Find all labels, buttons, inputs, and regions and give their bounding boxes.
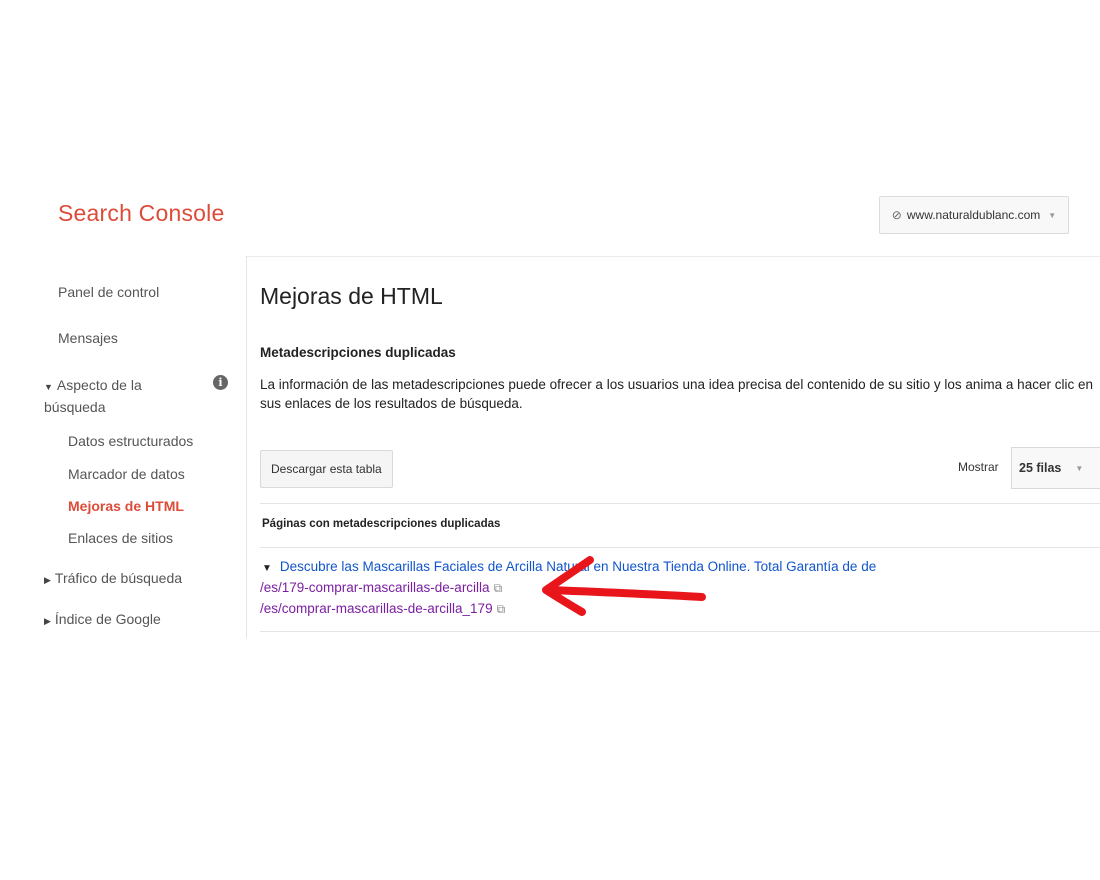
sidebar-item-messages[interactable]: Mensajes bbox=[58, 330, 118, 346]
duplicate-group-toggle[interactable]: ▼ Descubre las Mascarillas Faciales de Ar… bbox=[262, 559, 876, 574]
rows-label: Mostrar bbox=[958, 460, 999, 474]
external-link-icon[interactable]: ⧉ bbox=[494, 581, 503, 595]
table-divider-top bbox=[260, 503, 1100, 504]
url-link[interactable]: /es/comprar-mascarillas-de-arcilla_179 bbox=[260, 601, 493, 616]
url-link[interactable]: /es/179-comprar-mascarillas-de-arcilla bbox=[260, 580, 490, 595]
site-selector-value: www.naturaldublanc.com bbox=[906, 208, 1041, 222]
sidebar-item-panel[interactable]: Panel de control bbox=[58, 284, 159, 300]
duplicate-description-text: Descubre las Mascarillas Faciales de Arc… bbox=[279, 559, 877, 574]
sidebar-item-html-improvements[interactable]: Mejoras de HTML bbox=[68, 498, 184, 514]
list-item[interactable]: /es/179-comprar-mascarillas-de-arcilla ⧉ bbox=[260, 580, 502, 596]
sidebar-item-label: Aspecto de la búsqueda bbox=[44, 377, 142, 415]
caret-right-icon: ▶ bbox=[44, 575, 51, 585]
caret-right-icon: ▶ bbox=[44, 616, 51, 626]
sidebar-item-label: Tráfico de búsqueda bbox=[54, 570, 183, 586]
link-icon: ⊘ bbox=[891, 208, 902, 222]
sidebar-divider bbox=[246, 256, 247, 638]
download-table-button[interactable]: Descargar esta tabla bbox=[260, 450, 393, 488]
table-divider-header bbox=[260, 547, 1100, 548]
caret-down-icon: ▼ bbox=[44, 382, 53, 392]
sidebar-item-search-traffic[interactable]: ▶ Tráfico de búsqueda bbox=[44, 570, 182, 586]
table-divider-bottom bbox=[260, 631, 1100, 632]
caret-down-icon: ▼ bbox=[262, 563, 272, 574]
chevron-down-icon: ▼ bbox=[1075, 463, 1084, 473]
sidebar-item-search-appearance[interactable]: ▼ Aspecto de la búsqueda bbox=[44, 375, 194, 417]
sidebar-item-google-index[interactable]: ▶ Índice de Google bbox=[44, 611, 161, 627]
external-link-icon[interactable]: ⧉ bbox=[497, 602, 506, 616]
sidebar-item-sitelinks[interactable]: Enlaces de sitios bbox=[68, 530, 173, 546]
sidebar-item-data-highlighter[interactable]: Marcador de datos bbox=[68, 466, 185, 482]
site-selector[interactable]: ⊘ www.naturaldublanc.com ▼ bbox=[879, 196, 1069, 234]
list-item[interactable]: /es/comprar-mascarillas-de-arcilla_179 ⧉ bbox=[260, 601, 505, 617]
page-title: Mejoras de HTML bbox=[260, 283, 443, 309]
section-description: La información de las metadescripciones … bbox=[260, 377, 1093, 411]
section-title: Metadescripciones duplicadas bbox=[260, 345, 456, 360]
rows-per-page-value: 25 filas bbox=[1019, 461, 1062, 475]
header-divider bbox=[246, 256, 1100, 257]
table-header: Páginas con metadescripciones duplicadas bbox=[262, 518, 501, 530]
sidebar-item-structured-data[interactable]: Datos estructurados bbox=[68, 433, 193, 449]
rows-per-page-select[interactable]: 25 filas ▼ bbox=[1011, 447, 1100, 489]
sidebar-item-label: Índice de Google bbox=[54, 611, 161, 627]
app-brand[interactable]: Search Console bbox=[58, 200, 224, 227]
chevron-down-icon: ▼ bbox=[1048, 210, 1057, 220]
info-icon[interactable]: i bbox=[213, 375, 228, 390]
